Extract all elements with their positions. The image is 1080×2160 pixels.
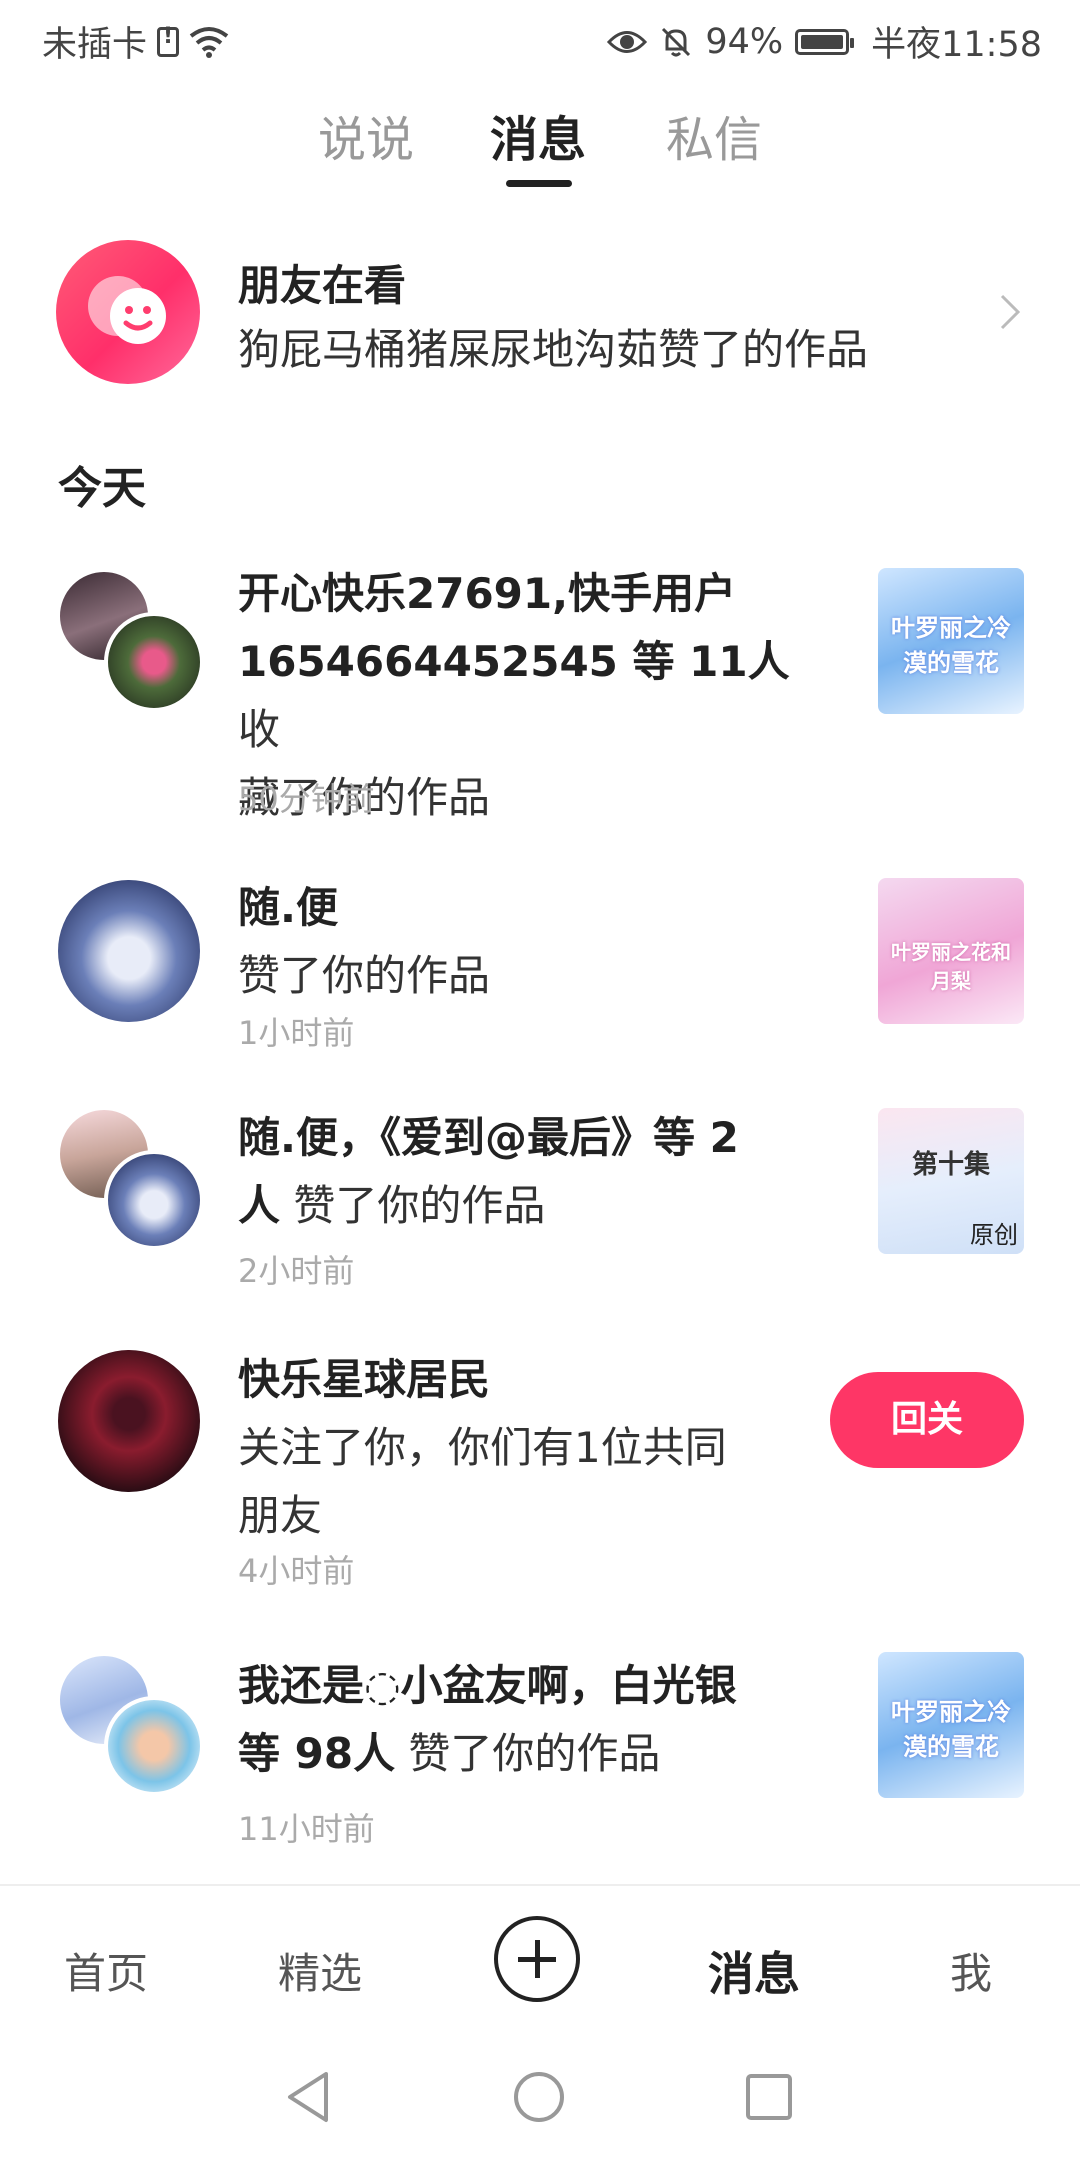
avatar[interactable] <box>58 1350 200 1492</box>
notification-action: 赞了你的作品 <box>238 951 491 1000</box>
bell-muted-icon <box>662 27 691 56</box>
notification-text: 随.便，《爱到@最后》等 2 人 赞了你的作品 <box>238 1104 818 1240</box>
thumbnail-caption: 叶罗丽之花和月梨 <box>891 940 1011 993</box>
notification-action-cont: 朋友 <box>238 1491 323 1540</box>
avatar[interactable] <box>104 612 204 712</box>
friends-watching-row[interactable]: 朋友在看 狗屁马桶猪屎尿地沟茹赞了的作品 <box>56 240 1024 390</box>
avatar[interactable] <box>104 1150 204 1250</box>
section-title-today: 今天 <box>58 463 146 514</box>
notification-action: 收 <box>238 705 281 754</box>
notification-action: 赞了你的作品 <box>395 1729 661 1778</box>
thumbnail-caption: 叶罗丽之冷漠的雪花 <box>891 1698 1011 1761</box>
battery-icon <box>795 28 855 55</box>
follow-back-button[interactable]: 回关 <box>830 1372 1024 1468</box>
notification-names[interactable]: 随.便 <box>238 883 338 932</box>
system-nav-bar <box>0 2040 1080 2160</box>
active-tab-indicator <box>506 180 572 187</box>
nav-home[interactable]: 首页 <box>64 1940 148 2001</box>
notification-text: 我还是◌小盆友啊，白光银 等 98人 赞了你的作品 <box>238 1652 818 1788</box>
back-icon[interactable] <box>284 2070 334 2124</box>
notification-text: 随.便 赞了你的作品 <box>238 874 818 1010</box>
notification-time: 11小时前 <box>238 1810 375 1848</box>
nav-messages[interactable]: 消息 <box>708 1938 800 2004</box>
top-tabs: 说说 消息 私信 <box>0 100 1080 190</box>
carrier-text: 未插卡 <box>42 25 148 65</box>
avatar[interactable] <box>58 880 200 1022</box>
tab-shuoshuo[interactable]: 说说 <box>318 100 414 170</box>
create-plus-button[interactable] <box>494 1916 580 2002</box>
notification-names-cont[interactable]: 1654664452545 等 11人 <box>238 637 790 686</box>
wifi-icon <box>189 26 229 58</box>
status-bar: 未插卡 94% 半夜11:58 <box>0 0 1080 76</box>
notification-names[interactable]: 开心快乐27691,快手用户 <box>238 569 736 618</box>
home-icon[interactable] <box>512 2070 566 2124</box>
battery-percent: 94% <box>705 21 784 62</box>
notification-time: 4小时前 <box>238 1552 355 1590</box>
avatar[interactable] <box>104 1696 204 1796</box>
notification-names[interactable]: 快乐星球居民 <box>238 1355 490 1404</box>
friends-watching-title: 朋友在看 <box>238 261 407 310</box>
tab-messages[interactable]: 消息 <box>490 100 586 170</box>
notification-names[interactable]: 随.便，《爱到@最后》等 2 <box>238 1113 739 1162</box>
thumbnail-caption: 叶罗丽之冷漠的雪花 <box>891 614 1011 677</box>
notification-action: 关注了你，你们有1位共同 <box>238 1423 727 1472</box>
thumbnail-caption: 第十集 <box>911 1150 990 1180</box>
tab-private-messages[interactable]: 私信 <box>666 100 762 170</box>
notification-names-cont[interactable]: 人 <box>238 1181 280 1230</box>
recents-icon[interactable] <box>744 2072 794 2122</box>
friends-watching-avatar <box>56 240 200 384</box>
notification-action: 赞了你的作品 <box>280 1181 546 1230</box>
sim-alert-icon <box>157 24 180 57</box>
bottom-nav: 首页 精选 消息 我 <box>0 1884 1080 2036</box>
nav-me[interactable]: 我 <box>950 1940 992 2001</box>
work-thumbnail[interactable]: 叶罗丽之花和月梨 <box>878 878 1024 1024</box>
thumbnail-badge: 原创 <box>970 1221 1018 1249</box>
notification-names[interactable]: 我还是◌小盆友啊，白光银 <box>238 1661 737 1710</box>
work-thumbnail[interactable]: 叶罗丽之冷漠的雪花 <box>878 568 1024 714</box>
notification-time: 2小时前 <box>238 1252 355 1290</box>
notification-time: 1小时前 <box>238 1014 355 1052</box>
notification-time: 50分钟前 <box>238 780 375 818</box>
friends-watching-subtitle: 狗屁马桶猪屎尿地沟茹赞了的作品 <box>238 325 869 374</box>
notification-text: 快乐星球居民 关注了你，你们有1位共同 朋友 <box>238 1346 818 1550</box>
eye-icon <box>607 30 648 53</box>
chevron-right-icon <box>1000 294 1021 330</box>
clock: 半夜11:58 <box>871 25 1042 65</box>
work-thumbnail[interactable]: 叶罗丽之冷漠的雪花 <box>878 1652 1024 1798</box>
nav-featured[interactable]: 精选 <box>278 1940 362 2001</box>
chat-bubbles-icon <box>88 276 166 344</box>
work-thumbnail[interactable]: 第十集 原创 <box>878 1108 1024 1254</box>
notification-names-cont[interactable]: 等 98人 <box>238 1729 395 1778</box>
